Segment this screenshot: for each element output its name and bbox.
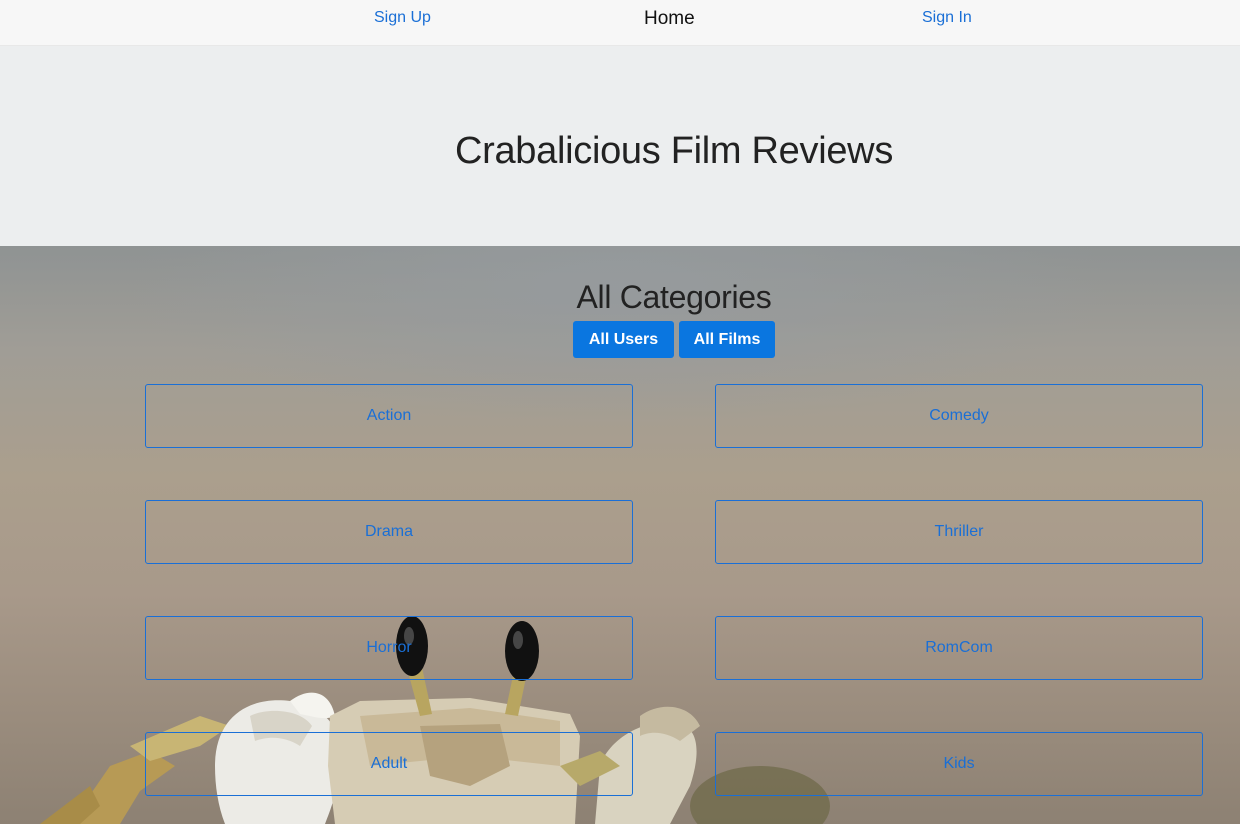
background-photo: All Categories All Users All Films Actio… (0, 246, 1240, 824)
category-thriller-button[interactable]: Thriller (715, 500, 1203, 564)
sign-in-link[interactable]: Sign In (922, 9, 972, 27)
categories-heading: All Categories (576, 279, 772, 315)
category-romcom-button[interactable]: RomCom (715, 616, 1203, 680)
top-navbar: Sign Up Home Sign In (0, 0, 1240, 46)
category-horror-button[interactable]: Horror (145, 616, 633, 680)
header-banner: Crabalicious Film Reviews (0, 46, 1240, 246)
category-adult-button[interactable]: Adult (145, 732, 633, 796)
category-drama-button[interactable]: Drama (145, 500, 633, 564)
sign-up-link[interactable]: Sign Up (374, 9, 431, 27)
category-kids-button[interactable]: Kids (715, 732, 1203, 796)
category-action-button[interactable]: Action (145, 384, 633, 448)
site-title: Crabalicious Film Reviews (454, 130, 894, 172)
home-link[interactable]: Home (644, 8, 695, 30)
all-users-button[interactable]: All Users (573, 321, 674, 358)
category-comedy-button[interactable]: Comedy (715, 384, 1203, 448)
all-films-button[interactable]: All Films (679, 321, 775, 358)
